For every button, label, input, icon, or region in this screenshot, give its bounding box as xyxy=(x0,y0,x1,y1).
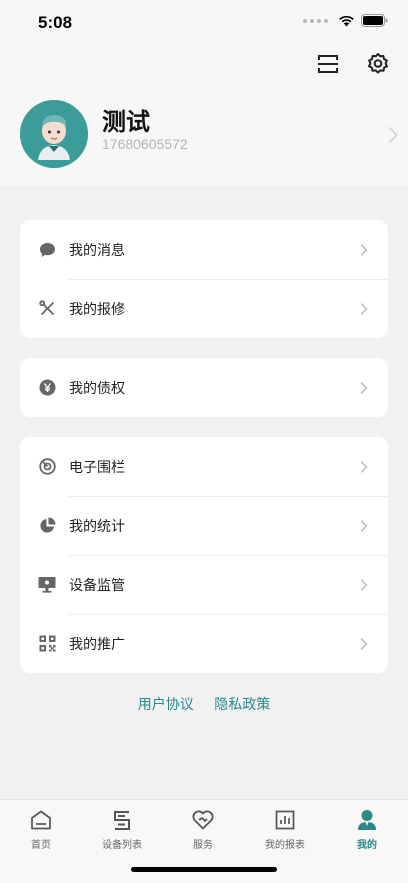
privacy-policy-link[interactable]: 隐私政策 xyxy=(214,697,270,713)
header-actions xyxy=(316,52,390,76)
chevron-right-icon xyxy=(360,302,368,315)
monitor-icon xyxy=(38,576,56,594)
menu-item-claims[interactable]: 我的债权 xyxy=(20,358,388,417)
tab-service[interactable]: 服务 xyxy=(168,808,238,851)
status-icons xyxy=(303,14,388,27)
tab-label: 设备列表 xyxy=(102,840,142,851)
avatar xyxy=(20,100,88,168)
fence-icon xyxy=(38,458,56,476)
battery-icon xyxy=(361,14,388,27)
chevron-right-icon xyxy=(360,460,368,473)
wifi-icon xyxy=(339,15,354,27)
settings-button[interactable] xyxy=(366,52,390,76)
scan-button[interactable] xyxy=(316,52,340,76)
tab-report[interactable]: 我的报表 xyxy=(250,808,320,851)
chevron-right-icon xyxy=(360,243,368,256)
tab-label: 我的 xyxy=(357,840,377,851)
chevron-right-icon xyxy=(360,381,368,394)
tab-label: 首页 xyxy=(31,840,51,851)
avatar-icon xyxy=(20,100,88,168)
profile-icon xyxy=(355,808,379,832)
menu-item-label: 我的消息 xyxy=(69,242,125,259)
qr-code-icon xyxy=(38,635,56,653)
menu-card-3: 电子围栏 我的统计 设备监管 我的推广 xyxy=(20,437,388,673)
menu-item-messages[interactable]: 我的消息 xyxy=(20,220,388,279)
report-icon xyxy=(273,808,297,832)
tab-device-list[interactable]: 设备列表 xyxy=(87,808,157,851)
menu-item-promotion[interactable]: 我的推广 xyxy=(20,614,388,673)
message-icon xyxy=(38,241,56,259)
user-phone: 17680605572 xyxy=(102,136,188,152)
service-icon xyxy=(191,808,215,832)
tab-label: 服务 xyxy=(193,840,213,851)
home-indicator xyxy=(131,867,277,872)
menu-item-label: 我的统计 xyxy=(69,518,125,535)
menu-card-2: 我的债权 xyxy=(20,358,388,417)
menu-item-statistics[interactable]: 我的统计 xyxy=(20,496,388,555)
user-name: 测试 xyxy=(102,108,150,136)
menu-item-device-monitoring[interactable]: 设备监管 xyxy=(20,555,388,614)
chevron-right-icon xyxy=(360,519,368,532)
status-time: 5:08 xyxy=(38,13,73,32)
menu-item-label: 电子围栏 xyxy=(69,459,125,476)
menu-item-repairs[interactable]: 我的报修 xyxy=(20,279,388,338)
scan-icon xyxy=(318,55,338,73)
menu-item-label: 我的推广 xyxy=(69,636,125,653)
status-bar: 5:08 xyxy=(0,0,408,44)
gear-icon xyxy=(368,53,388,74)
yen-icon xyxy=(38,379,56,397)
tab-home[interactable]: 首页 xyxy=(6,808,76,851)
chevron-right-icon xyxy=(360,578,368,591)
menu-item-label: 我的债权 xyxy=(69,380,125,397)
legal-links: 用户协议 隐私政策 xyxy=(0,694,408,714)
menu-card-1: 我的消息 我的报修 xyxy=(20,220,388,338)
menu-item-label: 设备监管 xyxy=(69,577,125,594)
pie-chart-icon xyxy=(38,517,56,535)
profile-card[interactable]: 测试 17680605572 xyxy=(20,100,398,172)
menu-item-geofence[interactable]: 电子围栏 xyxy=(20,437,388,496)
device-list-icon xyxy=(110,808,134,832)
user-agreement-link[interactable]: 用户协议 xyxy=(138,697,194,713)
repair-icon xyxy=(38,300,56,318)
home-icon xyxy=(29,808,53,832)
chevron-right-icon xyxy=(388,126,398,144)
tab-label: 我的报表 xyxy=(265,840,305,851)
chevron-right-icon xyxy=(360,637,368,650)
menu-item-label: 我的报修 xyxy=(69,301,125,318)
signal-dots-icon xyxy=(303,18,328,23)
tab-profile[interactable]: 我的 xyxy=(332,808,402,851)
